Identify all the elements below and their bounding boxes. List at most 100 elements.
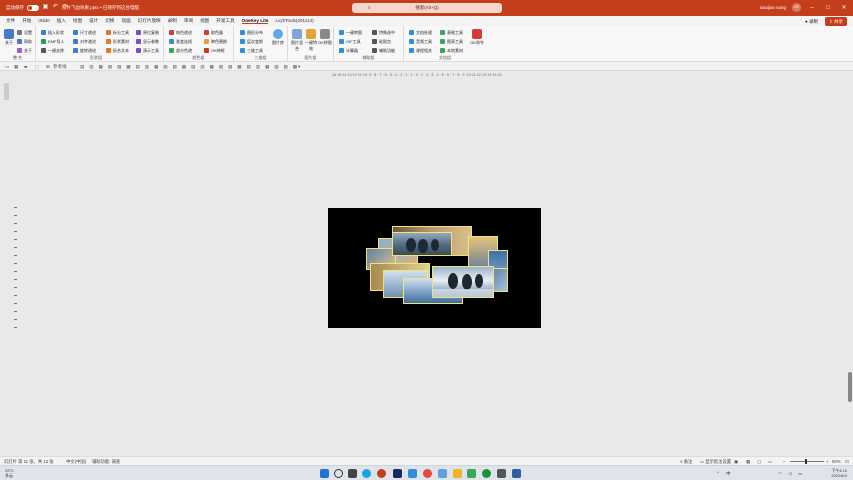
course-button[interactable]: 课程相关 [409, 47, 432, 54]
tray-chevron-icon[interactable]: ⌃ [716, 471, 720, 477]
chrome-icon[interactable] [423, 469, 432, 478]
gif-tool-button[interactable]: GIF工具 [339, 38, 362, 45]
app-icon[interactable] [497, 469, 506, 478]
vertical-scrollbar[interactable] [848, 372, 852, 402]
calculator-button[interactable]: 计算器 [339, 47, 362, 54]
document-title[interactable]: 照片飞边效果.pptx • 已保存到这台电脑 [62, 5, 139, 11]
gradient-line-button[interactable]: 渐变连线 [169, 38, 192, 45]
settings-button[interactable]: 设置 [17, 29, 32, 36]
3d-tool-button[interactable]: 三维工具 [240, 47, 263, 54]
battery-icon[interactable]: ▭ [798, 471, 802, 477]
zoom-in-icon[interactable]: + [826, 459, 829, 464]
about-button[interactable]: 关于 [17, 47, 32, 54]
layer-transform-button[interactable]: 层次变换 [240, 38, 263, 45]
photo-frame[interactable] [432, 266, 494, 298]
slide-icon[interactable]: ▭ [5, 64, 9, 70]
remove-button[interactable]: 一键去除 [41, 47, 64, 54]
copy-in-place-button[interactable]: 原位复制 [136, 29, 159, 36]
zoom-out-icon[interactable]: – [783, 459, 785, 464]
powerpoint-icon[interactable] [377, 469, 386, 478]
thumbnail-toggle[interactable] [4, 83, 9, 100]
photoshop-icon[interactable] [393, 469, 402, 478]
app-icon[interactable] [512, 469, 521, 478]
table-tool-button[interactable]: 表格工具 [440, 29, 463, 36]
shape-material-button[interactable]: 形状素材 [106, 38, 129, 45]
tab-insert[interactable]: 插入 [57, 18, 66, 24]
ok-frame-button[interactable]: OK神框 [204, 47, 227, 54]
tab-developer[interactable]: 开发工具 [216, 18, 234, 24]
avatar[interactable]: XS [792, 3, 801, 12]
share-button[interactable]: ⇪ 共享 [824, 17, 847, 26]
tab-design[interactable]: 设计 [89, 18, 98, 24]
wechat-icon[interactable] [482, 469, 491, 478]
zoom-level[interactable]: 50% [832, 459, 841, 464]
demo-tool-button[interactable]: 演示工具 [136, 47, 159, 54]
close-icon[interactable]: ✕ [839, 4, 849, 11]
color-picker-button[interactable]: 取色器 [204, 29, 227, 36]
tab-onekey-lite[interactable]: OneKey Lite [241, 18, 269, 24]
tab-record[interactable]: 录制 [168, 18, 177, 24]
photo-frame[interactable] [392, 232, 452, 256]
save-icon[interactable]: ▣ [42, 4, 49, 11]
to-image-button[interactable]: 一键转图 [339, 29, 362, 36]
task-view-icon[interactable] [348, 469, 357, 478]
tab-animations[interactable]: 动画 [121, 18, 130, 24]
tab-slideshow[interactable]: 幻灯片放映 [138, 18, 161, 24]
tab-home[interactable]: 开始 [22, 18, 31, 24]
chart-tool-button[interactable]: 图表工具 [440, 38, 463, 45]
tab-transitions[interactable]: 切换 [105, 18, 114, 24]
tab-lvyhtools[interactable]: LvyhTools(201114) [275, 18, 313, 24]
tab-draw[interactable]: 绘图 [73, 18, 82, 24]
local-material-button[interactable]: 本地素材 [440, 47, 463, 54]
weather-widget[interactable]: 29°C 多云 [5, 468, 14, 478]
autosave-toggle[interactable] [27, 4, 39, 11]
slide-canvas[interactable] [328, 208, 541, 328]
image-blend-button[interactable]: 图片混合 [290, 29, 304, 52]
one-key-effect-button[interactable]: 一键特效 [304, 29, 318, 52]
app-icon[interactable] [438, 469, 447, 478]
split-text-button[interactable]: 拆合文本 [106, 47, 129, 54]
undo-icon[interactable]: ↶ [52, 4, 59, 11]
about-big-button[interactable]: 关于 [2, 29, 16, 46]
tab-view[interactable]: 视图 [200, 18, 209, 24]
color-replace-button[interactable]: 映色替换 [204, 38, 227, 45]
shape-distribute-button[interactable]: 图形分布 [240, 29, 263, 36]
record-button[interactable]: ● 录制 [802, 18, 821, 26]
partial-color-button[interactable]: 部分色递 [169, 47, 192, 54]
user-name[interactable]: xiaojian song [760, 5, 786, 10]
ime-icon[interactable]: 中 [726, 471, 731, 477]
grid-icon[interactable]: ▦ [14, 64, 18, 70]
search-input[interactable]: ⌕ 搜索(Alt+Q) [352, 3, 502, 13]
ok-command-button[interactable]: OK命令 [470, 29, 484, 46]
system-clock[interactable]: 下午4:12 2022/6/4 [831, 468, 847, 478]
taskbar-search-icon[interactable] [334, 469, 343, 478]
app-icon[interactable] [408, 469, 417, 478]
guides-label[interactable]: 参考线 [53, 64, 67, 70]
image-library-button[interactable]: 图片库 [271, 29, 285, 46]
help-button[interactable]: 帮助 [17, 38, 32, 45]
maximize-icon[interactable]: □ [823, 5, 833, 11]
zoom-slider-thumb[interactable] [805, 459, 807, 464]
rotate-step-button[interactable]: 旋转递进 [73, 47, 96, 54]
tab-islide[interactable]: iSlide [38, 18, 49, 24]
network-icon[interactable]: ◠ [778, 471, 782, 477]
assist-function-button[interactable]: 辅助功能 [372, 47, 395, 54]
file-explorer-icon[interactable] [453, 469, 462, 478]
more-icon[interactable]: ▾ [298, 64, 300, 70]
align-step-button[interactable]: 对齐递进 [73, 38, 96, 45]
tab-review[interactable]: 审阅 [184, 18, 193, 24]
minimize-icon[interactable]: – [807, 5, 817, 11]
shape-select-icon[interactable]: ⬚ [35, 64, 39, 70]
guide-icon[interactable]: ⊞ [46, 64, 50, 70]
size-step-button[interactable]: 尺寸递进 [73, 29, 96, 36]
solid-color-step-button[interactable]: 纯色递进 [169, 29, 192, 36]
alignment-tools[interactable]: ▤▥▦▧▨▩▤▥▦▧▨▩▤▥▦▧▨▩▤▥▦▧▨▩ [80, 64, 302, 70]
doc-process-button[interactable]: 文档处理 [409, 29, 432, 36]
app-icon[interactable] [467, 469, 476, 478]
paste-pack-button[interactable]: 粘贴包 [372, 38, 395, 45]
tab-file[interactable]: 文件 [6, 18, 15, 24]
color-icon[interactable]: ▰ [24, 64, 27, 70]
zoom-slider[interactable] [790, 461, 824, 462]
insert-shape-button[interactable]: 插入形状 [41, 29, 64, 36]
show-params-button[interactable]: 显示参数 [136, 38, 159, 45]
